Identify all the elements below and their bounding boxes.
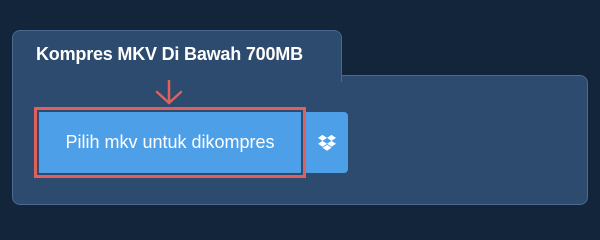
dropbox-icon	[318, 134, 336, 151]
panel-title: Kompres MKV Di Bawah 700MB	[36, 44, 303, 64]
arrow-down-icon	[155, 80, 183, 105]
dropbox-button[interactable]	[306, 112, 348, 173]
highlight-box	[34, 107, 306, 178]
